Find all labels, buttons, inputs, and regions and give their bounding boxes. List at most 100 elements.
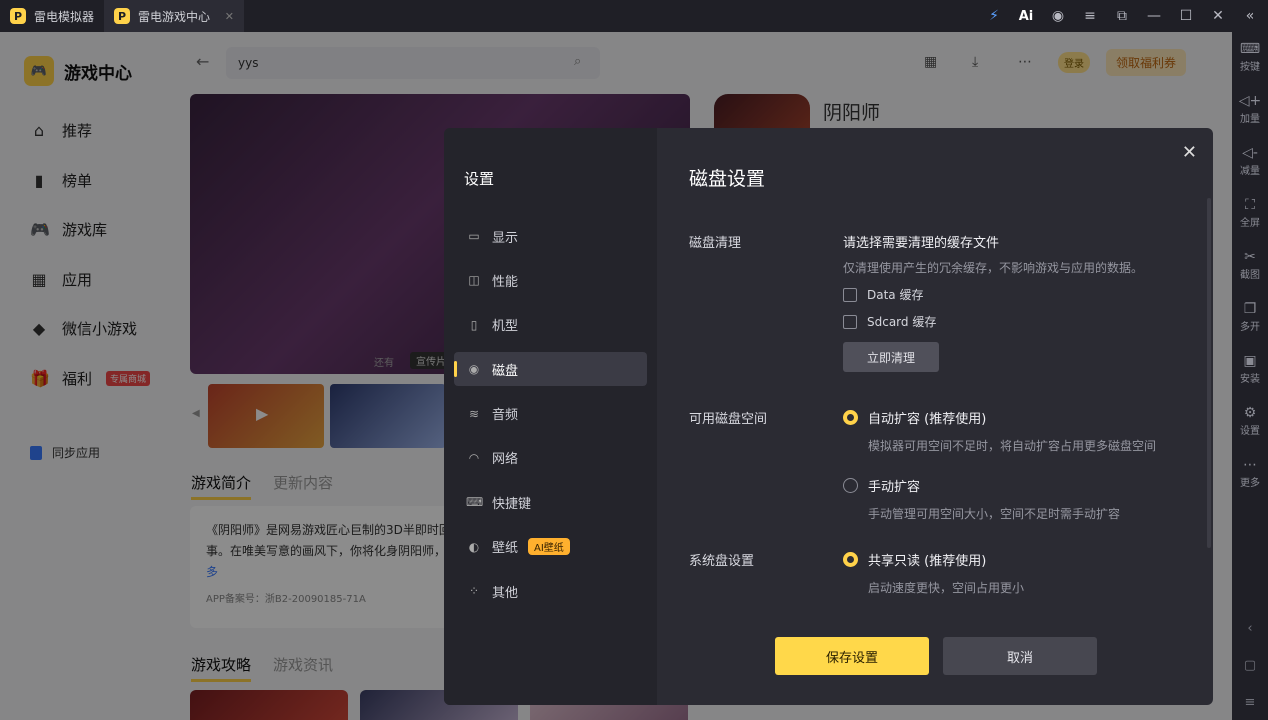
settings-nav-performance[interactable]: ◫ 性能	[454, 263, 647, 297]
game-center-logo-icon: P	[114, 8, 131, 24]
settings-nav-other[interactable]: ⁘ 其他	[454, 574, 647, 608]
shared-readonly-option[interactable]: 共享只读 (推荐使用)	[843, 550, 1024, 569]
user-icon[interactable]: ◉	[1048, 8, 1068, 24]
emulator-logo-icon: P	[10, 8, 26, 24]
keyboard-icon: ⌨	[466, 495, 484, 510]
volume-down-icon: ◁-	[1242, 145, 1258, 161]
system-disk-label: 系统盘设置	[689, 554, 755, 569]
sdcard-cache-checkbox[interactable]	[843, 314, 857, 329]
performance-icon: ◫	[468, 273, 480, 288]
manual-expand-radio[interactable]	[843, 478, 858, 493]
grid-icon: ⁘	[468, 584, 480, 599]
toolbar-volume-down[interactable]: ◁- 减量	[1240, 144, 1260, 196]
toolbar-settings[interactable]: ⚙ 设置	[1240, 404, 1260, 456]
tab-close-icon[interactable]: ✕	[225, 10, 234, 23]
settings-nav-label: 磁盘	[492, 363, 519, 379]
audio-icon: ≋	[468, 406, 480, 421]
toolbar-label: 按键	[1240, 62, 1260, 73]
toolbar-more[interactable]: ⋯ 更多	[1240, 456, 1260, 508]
manual-expand-title: 手动扩容	[868, 480, 921, 495]
settings-nav-label: 音频	[492, 408, 519, 424]
lightning-icon[interactable]: ⚡	[984, 8, 1004, 24]
disk-icon: ◉	[468, 362, 480, 377]
fullscreen-icon: ⛶	[1245, 197, 1255, 213]
settings-content: ✕ 磁盘设置 磁盘清理 请选择需要清理的缓存文件 仅清理使用产生的冗余缓存，不影…	[657, 128, 1213, 705]
toolbar-label: 安装	[1240, 374, 1260, 385]
android-back-icon[interactable]: ‹	[1247, 621, 1252, 636]
keyboard-icon: ⌨	[1239, 41, 1261, 57]
settings-nav-model[interactable]: ▯ 机型	[454, 308, 647, 342]
toolbar-screenshot[interactable]: ✂ 截图	[1240, 248, 1260, 300]
install-icon: ▣	[1243, 353, 1257, 369]
more-dots-icon: ⋯	[1243, 457, 1257, 473]
disk-clean-section: 请选择需要清理的缓存文件 仅清理使用产生的冗余缓存，不影响游戏与应用的数据。 D…	[843, 232, 1143, 372]
wifi-icon: ◠	[468, 450, 480, 465]
tab-game-center[interactable]: P 雷电游戏中心 ✕	[104, 0, 245, 32]
maximize-icon[interactable]: ☐	[1176, 8, 1196, 24]
toolbar-label: 设置	[1240, 426, 1260, 437]
settings-nav-label: 显示	[492, 230, 519, 246]
settings-nav-wallpaper[interactable]: ◐ 壁纸 AI壁纸	[454, 530, 647, 564]
disk-clean-label: 磁盘清理	[689, 236, 742, 251]
multi-instance-icon: ❐	[1243, 301, 1257, 317]
toolbar-multi[interactable]: ❐ 多开	[1240, 300, 1260, 352]
ai-icon[interactable]: Ai	[1016, 9, 1036, 24]
collapse-sidebar-icon[interactable]: «	[1240, 8, 1260, 24]
minimize-icon[interactable]: —	[1144, 8, 1164, 24]
save-settings-button[interactable]: 保存设置	[775, 637, 929, 675]
disk-clean-title: 请选择需要清理的缓存文件	[843, 236, 1000, 251]
settings-nav-label: 壁纸	[492, 541, 519, 557]
restore-icon[interactable]: ⧉	[1112, 8, 1132, 24]
shared-readonly-desc: 启动速度更快，空间占用更小	[868, 581, 1025, 595]
settings-title: 设置	[464, 170, 495, 188]
settings-nav-network[interactable]: ◠ 网络	[454, 441, 647, 475]
disk-space-label: 可用磁盘空间	[689, 412, 768, 427]
data-cache-option[interactable]: Data 缓存	[843, 286, 1143, 303]
title-bar: P 雷电模拟器 P 雷电游戏中心 ✕ ⚡ Ai ◉ ≡ ⧉ — ☐ ✕ «	[0, 0, 1268, 32]
sdcard-cache-option[interactable]: Sdcard 缓存	[843, 313, 1143, 330]
settings-nav-label: 性能	[492, 274, 519, 290]
toolbar-label: 全屏	[1240, 218, 1260, 229]
data-cache-label: Data 缓存	[867, 288, 924, 302]
manual-expand-option[interactable]: 手动扩容	[843, 476, 1156, 495]
settings-nav-audio[interactable]: ≋ 音频	[454, 397, 647, 431]
toolbar-label: 更多	[1240, 478, 1260, 489]
settings-nav: 设置 ▭ 显示 ◫ 性能 ▯ 机型 ◉ 磁盘 ≋ 音频 ◠ 网络 ⌨ 快捷键 ◐…	[444, 128, 657, 705]
palette-icon: ◐	[468, 539, 480, 554]
android-home-icon[interactable]: ▢	[1244, 658, 1256, 673]
disk-clean-desc: 仅清理使用产生的冗余缓存，不影响游戏与应用的数据。	[843, 261, 1144, 275]
settings-nav-label: 网络	[492, 452, 519, 468]
scissors-icon: ✂	[1244, 249, 1256, 265]
settings-dialog: 设置 ▭ 显示 ◫ 性能 ▯ 机型 ◉ 磁盘 ≋ 音频 ◠ 网络 ⌨ 快捷键 ◐…	[444, 128, 1213, 705]
tab-emulator[interactable]: P 雷电模拟器	[0, 0, 104, 32]
toolbar-fullscreen[interactable]: ⛶ 全屏	[1240, 196, 1260, 248]
settings-nav-display[interactable]: ▭ 显示	[454, 219, 647, 253]
system-disk-section: 共享只读 (推荐使用) 启动速度更快，空间占用更小	[843, 550, 1024, 596]
manual-expand-desc: 手动管理可用空间大小，空间不足时需手动扩容	[868, 507, 1121, 521]
settings-nav-label: 机型	[492, 319, 519, 335]
close-icon[interactable]: ✕	[1182, 142, 1197, 163]
auto-expand-radio[interactable]	[843, 410, 858, 425]
monitor-icon: ▭	[468, 229, 480, 243]
auto-expand-option[interactable]: 自动扩容 (推荐使用)	[843, 408, 1156, 427]
clean-now-button[interactable]: 立即清理	[843, 342, 939, 372]
phone-icon: ▯	[470, 317, 478, 332]
gear-icon: ⚙	[1243, 405, 1257, 421]
toolbar-label: 加量	[1240, 114, 1260, 125]
settings-nav-disk[interactable]: ◉ 磁盘	[454, 352, 647, 387]
ai-wallpaper-badge: AI壁纸	[528, 538, 570, 556]
toolbar-keymap[interactable]: ⌨ 按键	[1240, 40, 1260, 92]
toolbar-install[interactable]: ▣ 安装	[1240, 352, 1260, 404]
settings-nav-shortcuts[interactable]: ⌨ 快捷键	[454, 485, 647, 519]
auto-expand-desc: 模拟器可用空间不足时，将自动扩容占用更多磁盘空间	[868, 439, 1157, 453]
shared-readonly-radio[interactable]	[843, 552, 858, 567]
cancel-button[interactable]: 取消	[943, 637, 1097, 675]
toolbar-volume-up[interactable]: ◁+ 加量	[1239, 92, 1262, 144]
close-window-icon[interactable]: ✕	[1208, 8, 1228, 24]
data-cache-checkbox[interactable]	[843, 287, 857, 302]
disk-settings-heading: 磁盘设置	[689, 168, 766, 190]
menu-icon[interactable]: ≡	[1080, 8, 1100, 24]
android-recents-icon[interactable]: ≡	[1245, 695, 1256, 710]
settings-scrollbar[interactable]	[1207, 198, 1211, 548]
disk-space-section: 自动扩容 (推荐使用) 模拟器可用空间不足时，将自动扩容占用更多磁盘空间 手动扩…	[843, 408, 1156, 522]
